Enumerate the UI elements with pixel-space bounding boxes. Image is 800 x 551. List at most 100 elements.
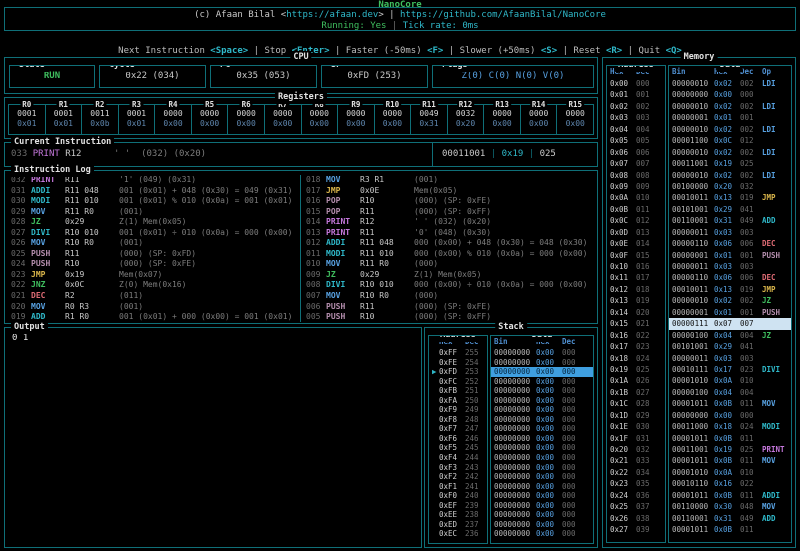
- stack-data-rows[interactable]: 000000000x00000000000000x00000000000000x…: [491, 348, 593, 539]
- memory-data-row: 000000100x02002LDI: [669, 78, 791, 89]
- registers-panel: Registers R000010x01R100010x01R200110x0b…: [4, 97, 598, 139]
- memory-data-dec: 011: [740, 455, 762, 466]
- log-line-number: 012: [306, 238, 326, 249]
- stack-marker-spacer: [432, 491, 439, 501]
- author-site-link[interactable]: https://afaan.dev: [286, 10, 378, 20]
- log-comment: (000) (SP: 0xFD): [119, 249, 300, 260]
- encoded-decimal: 025: [540, 149, 556, 159]
- log-entry: 015POPR11(000) (SP: 0xFF): [301, 207, 599, 218]
- memory-address-row: 0x14020: [607, 307, 665, 318]
- log-opcode: PRINT: [326, 217, 360, 228]
- memory-data-rows[interactable]: 000000100x02002LDI000000000x000000000001…: [669, 78, 791, 536]
- log-args: 0x29: [65, 217, 119, 228]
- pc-label: PC: [217, 65, 233, 72]
- log-line-number: 024: [11, 259, 31, 270]
- stack-data-hex: 0x00: [536, 501, 562, 511]
- memory-data-dec: 049: [740, 513, 762, 524]
- memory-data-bin: 00110000: [672, 501, 714, 512]
- memory-address-rows[interactable]: 0x000000x010010x020020x030030x040040x050…: [607, 78, 665, 536]
- output-panel: Output 0 1: [4, 327, 422, 548]
- memory-data-dec: 002: [740, 124, 762, 135]
- log-line-number: 026: [11, 238, 31, 249]
- log-opcode: PUSH: [31, 249, 65, 260]
- repo-link[interactable]: https://github.com/AfaanBilal/NanoCore: [400, 10, 606, 20]
- log-entry: 005PUSHR10(000) (SP: 0xFF): [301, 312, 599, 322]
- stack-data-hex: 0x00: [536, 472, 562, 482]
- memory-data-row: 000000110x03003: [669, 353, 791, 364]
- stack-marker-spacer: [432, 482, 439, 492]
- log-entry: 029MOVR11 R0(001): [6, 207, 300, 218]
- memory-data-hex: 0x0B: [714, 455, 740, 466]
- stack-data-dec: 000: [562, 529, 584, 539]
- stack-data-bin: 00000000: [494, 491, 536, 501]
- memory-address-hex: 0x26: [610, 513, 636, 524]
- log-opcode: MOV: [31, 238, 65, 249]
- memory-data-op: [762, 375, 791, 386]
- register-r7: R700000x00: [264, 104, 302, 135]
- memory-address-hex: 0x0F: [610, 250, 636, 261]
- stack-address-dec: 255: [465, 348, 487, 358]
- memory-data-bin: 00000010: [672, 101, 714, 112]
- register-hex-value: 0x01: [9, 119, 45, 129]
- cycle-box: Cycle 0x22 (034): [99, 65, 206, 88]
- memory-data-op: MOV: [762, 398, 791, 409]
- stack-data-bin: 00000000: [494, 482, 536, 492]
- register-hex-value: 0x00: [484, 119, 520, 129]
- memory-address-row: 0x04004: [607, 124, 665, 135]
- log-opcode: MOV: [31, 302, 65, 313]
- memory-address-hex: 0x0A: [610, 192, 636, 203]
- memory-address-dec: 007: [636, 158, 665, 169]
- column-header: Dec: [562, 336, 584, 348]
- memory-address-dec: 029: [636, 410, 665, 421]
- memory-address-row: 0x01001: [607, 89, 665, 100]
- key-hint: <R>: [606, 46, 622, 56]
- stack-address-dec: 249: [465, 405, 487, 415]
- log-line-number: 011: [306, 249, 326, 260]
- memory-data-dec: 011: [740, 524, 762, 535]
- memory-data-hex: 0x01: [714, 307, 740, 318]
- log-line-number: 005: [306, 312, 326, 322]
- memory-data-row: 000100110x13019JMP: [669, 284, 791, 295]
- log-args: R10 010: [360, 280, 414, 291]
- memory-data-row: 000000110x03003: [669, 227, 791, 238]
- stack-marker-spacer: [432, 472, 439, 482]
- memory-data-bin: 00101001: [672, 341, 714, 352]
- stack-address-row: 0xF9249: [429, 405, 487, 415]
- memory-data-hex: 0x30: [714, 501, 740, 512]
- log-entry: 021DECR2(011): [6, 291, 300, 302]
- log-entry: 014PRINTR12' ' (032) (0x20): [301, 217, 599, 228]
- stack-data-dec: 000: [562, 453, 584, 463]
- log-line-number: 025: [11, 249, 31, 260]
- stack-data-row: 000000000x00000: [491, 386, 593, 396]
- log-opcode: DIVI: [31, 228, 65, 239]
- log-opcode: PUSH: [326, 312, 360, 322]
- cpu-panel: CPU State RUN Cycle 0x22 (034) PC 0x35 (…: [4, 57, 598, 94]
- app-title: NanoCore: [0, 0, 800, 11]
- key-hint: <F>: [427, 46, 443, 56]
- memory-address-dec: 006: [636, 147, 665, 158]
- memory-address-hex: 0x0D: [610, 227, 636, 238]
- memory-address-hex: 0x05: [610, 135, 636, 146]
- stack-data-dec: 000: [562, 510, 584, 520]
- memory-data-bin: 00001010: [672, 375, 714, 386]
- stack-address-rows[interactable]: 0xFF255 0xFE254▶0xFD253 0xFC252 0xFB251 …: [429, 348, 487, 539]
- memory-address-hex: 0x21: [610, 455, 636, 466]
- log-opcode: MOV: [31, 207, 65, 218]
- register-r10: R1000000x00: [374, 104, 412, 135]
- memory-data-hex: 0x03: [714, 353, 740, 364]
- stack-address-hex: 0xF7: [439, 424, 465, 434]
- log-entry: 008DIVIR10 010000 (0x00) ÷ 010 (0x0a) = …: [301, 280, 599, 291]
- stack-marker-spacer: [432, 443, 439, 453]
- register-r13: R1300000x00: [483, 104, 521, 135]
- memory-data-bin: 00100000: [672, 181, 714, 192]
- memory-data-dec: 041: [740, 204, 762, 215]
- memory-address-row: 0x18024: [607, 353, 665, 364]
- stack-data-dec: 000: [562, 424, 584, 434]
- stack-data-dec: 000: [562, 415, 584, 425]
- memory-address-hex: 0x1A: [610, 375, 636, 386]
- memory-data-dec: 002: [740, 170, 762, 181]
- memory-data-row: 000000110x03003: [669, 261, 791, 272]
- log-entry: 023JMP0x19Mem(0x07): [6, 270, 300, 281]
- stack-address-hex: 0xED: [439, 520, 465, 530]
- log-entry: 009JZ0x29Z(1) Mem(0x05): [301, 270, 599, 281]
